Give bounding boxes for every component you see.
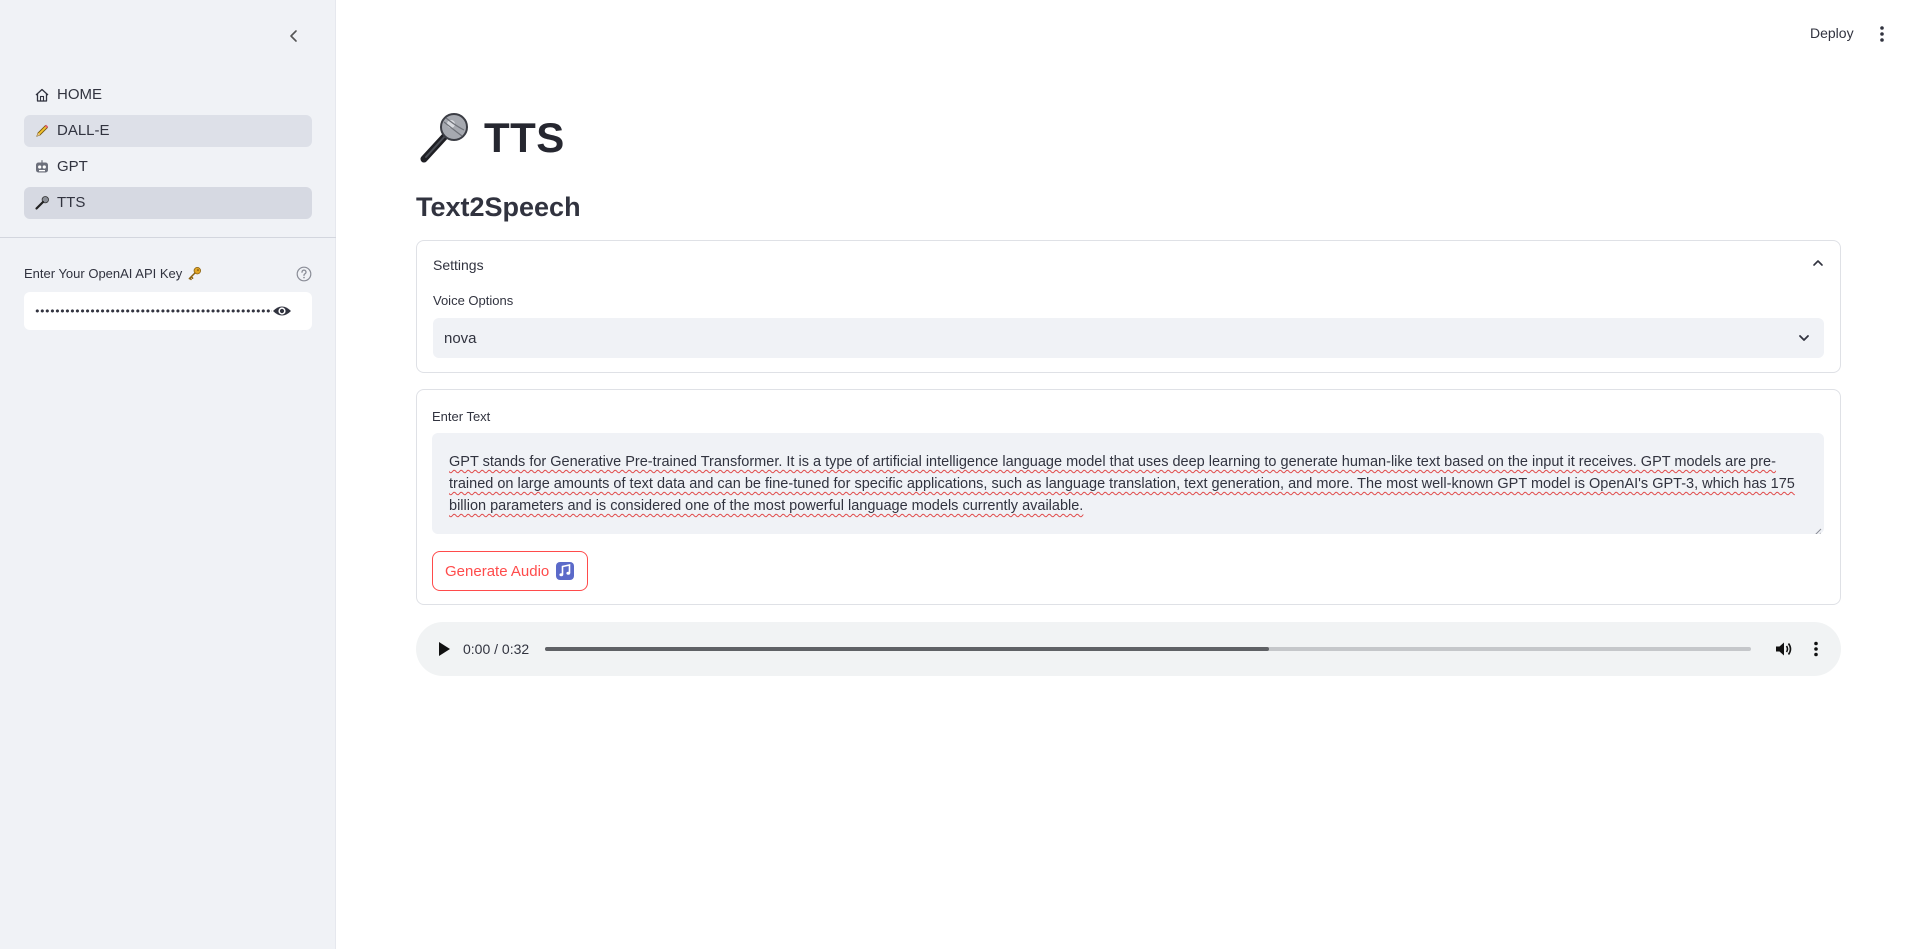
audio-progress-track[interactable]	[545, 647, 1751, 651]
audio-buffered-fill	[545, 647, 1269, 651]
voice-options-label: Voice Options	[433, 293, 514, 308]
help-icon[interactable]	[296, 266, 312, 282]
api-key-input[interactable]: ••••••••••••••••••••••••••••••••••••••••…	[24, 292, 312, 330]
page-subheader: Text2Speech	[416, 192, 581, 222]
sidebar-item-label: HOME	[57, 86, 102, 103]
api-key-label: Enter Your OpenAI API Key	[24, 266, 202, 281]
sidebar-divider	[0, 237, 336, 238]
show-password-eye-icon[interactable]	[272, 303, 292, 319]
volume-icon[interactable]	[1774, 639, 1794, 659]
main-menu-button[interactable]	[1874, 24, 1890, 44]
chevron-left-icon	[290, 30, 297, 42]
audio-player: 0:00 / 0:32	[416, 622, 1841, 676]
key-icon	[187, 266, 202, 281]
enter-text-textarea[interactable]: GPT stands for Generative Pre-trained Tr…	[432, 433, 1824, 534]
deploy-button[interactable]: Deploy	[1810, 25, 1854, 41]
generate-audio-button[interactable]: Generate Audio	[432, 551, 589, 591]
microphone-icon	[33, 194, 51, 212]
settings-expander: Settings Voice Options nova	[416, 240, 1841, 373]
voice-options-value: nova	[444, 329, 477, 347]
sidebar: HOME DALL-E GPT TTS Enter Your OpenAI AP…	[0, 0, 336, 949]
more-vertical-icon	[1880, 26, 1884, 42]
audio-more-options-icon[interactable]	[1810, 639, 1822, 659]
musical-notes-icon	[555, 561, 575, 581]
pencil-icon	[33, 122, 51, 140]
sidebar-item-label: DALL-E	[57, 122, 110, 139]
enter-text-value: GPT stands for Generative Pre-trained Tr…	[449, 454, 1795, 514]
robot-face-icon	[33, 158, 51, 176]
enter-text-label: Enter Text	[432, 409, 491, 424]
audio-time: 0:00 / 0:32	[463, 641, 530, 657]
sidebar-item-label: GPT	[57, 158, 88, 175]
api-key-label-text: Enter Your OpenAI API Key	[24, 266, 183, 281]
generate-audio-label: Generate Audio	[445, 562, 550, 580]
resize-grip-icon[interactable]	[1812, 522, 1822, 534]
microphone-icon	[416, 110, 472, 166]
page-title-row: TTS	[416, 110, 565, 166]
chevron-down-icon	[1796, 330, 1812, 346]
api-key-value: ••••••••••••••••••••••••••••••••••••••••…	[34, 304, 272, 318]
sidebar-item-tts[interactable]: TTS	[24, 187, 312, 219]
settings-expander-header[interactable]: Settings	[433, 257, 484, 273]
sidebar-item-label: TTS	[57, 194, 86, 211]
page-title: TTS	[484, 114, 565, 161]
text-input-form: Enter Text GPT stands for Generative Pre…	[416, 389, 1841, 605]
voice-options-select[interactable]: nova	[433, 318, 1824, 358]
home-icon	[33, 86, 51, 104]
sidebar-item-dall-e[interactable]: DALL-E	[24, 115, 312, 147]
play-icon[interactable]	[436, 640, 452, 658]
collapse-sidebar-button[interactable]	[282, 24, 306, 48]
app-root: HOME DALL-E GPT TTS Enter Your OpenAI AP…	[0, 0, 1919, 949]
sidebar-item-gpt[interactable]: GPT	[24, 151, 312, 183]
chevron-up-icon[interactable]	[1810, 255, 1826, 271]
sidebar-item-home[interactable]: HOME	[24, 79, 312, 111]
sidebar-nav: HOME DALL-E GPT TTS	[24, 79, 312, 223]
